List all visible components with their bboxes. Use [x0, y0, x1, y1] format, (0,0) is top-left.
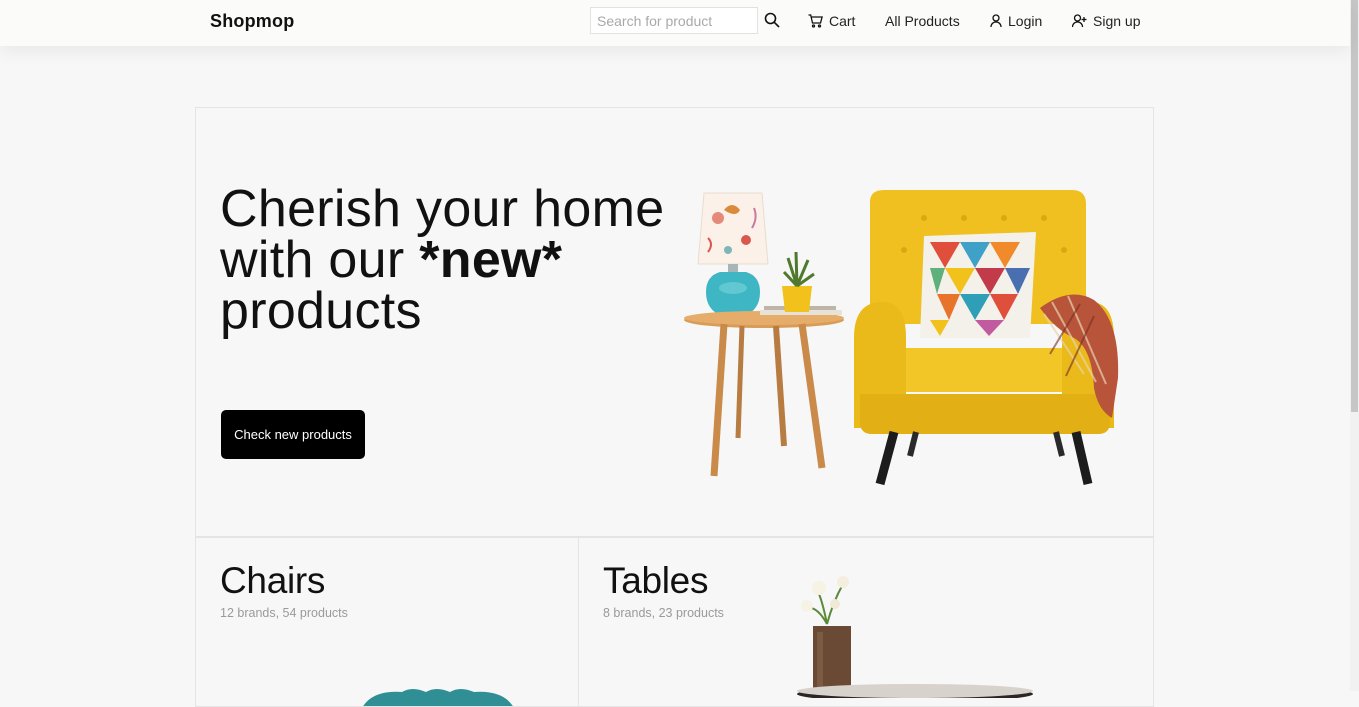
category-title: Tables — [603, 560, 709, 601]
all-products-link[interactable]: All Products — [885, 12, 960, 30]
search-input[interactable] — [590, 7, 758, 34]
scrollbar-thumb[interactable] — [1351, 0, 1358, 412]
user-plus-icon — [1072, 14, 1087, 28]
search-icon[interactable] — [764, 12, 782, 30]
top-navbar: Shopmop Cart All Products Login — [0, 0, 1350, 46]
category-subtitle: 12 brands, 54 products — [220, 606, 348, 620]
all-products-label: All Products — [885, 13, 960, 29]
brand-logo[interactable]: Shopmop — [210, 11, 294, 32]
side-table-image — [684, 306, 844, 477]
hero-banner: Cherish your home with our *new* product… — [195, 107, 1154, 537]
cart-icon — [808, 14, 823, 28]
hero-furniture-image — [684, 190, 1119, 486]
hero-title-line3: products — [220, 282, 422, 340]
table-lamp-image — [697, 192, 769, 316]
signup-link[interactable]: Sign up — [1072, 12, 1140, 30]
hero-title-line2: with our — [220, 231, 420, 289]
category-card-tables[interactable]: Tables 8 brands, 23 products — [578, 537, 1154, 707]
potted-plant-image — [782, 251, 815, 312]
chair-preview-image — [363, 689, 513, 706]
category-card-chairs[interactable]: Chairs 12 brands, 54 products — [195, 537, 579, 707]
login-label: Login — [1008, 13, 1043, 29]
patterned-cushion-image — [920, 232, 1036, 338]
user-icon — [990, 14, 1002, 28]
login-link[interactable]: Login — [990, 12, 1042, 30]
hero-title-highlight: *new* — [419, 231, 563, 289]
hero-title: Cherish your home with our *new* product… — [220, 183, 680, 340]
signup-label: Sign up — [1093, 13, 1141, 29]
check-new-products-button[interactable]: Check new products — [221, 410, 365, 459]
category-title: Chairs — [220, 560, 326, 601]
page-scrollbar[interactable] — [1350, 0, 1359, 691]
cart-link[interactable]: Cart — [808, 12, 855, 30]
hero-title-line1: Cherish your home — [220, 180, 665, 238]
cart-label: Cart — [829, 13, 856, 29]
table-preview-image — [797, 576, 1033, 698]
